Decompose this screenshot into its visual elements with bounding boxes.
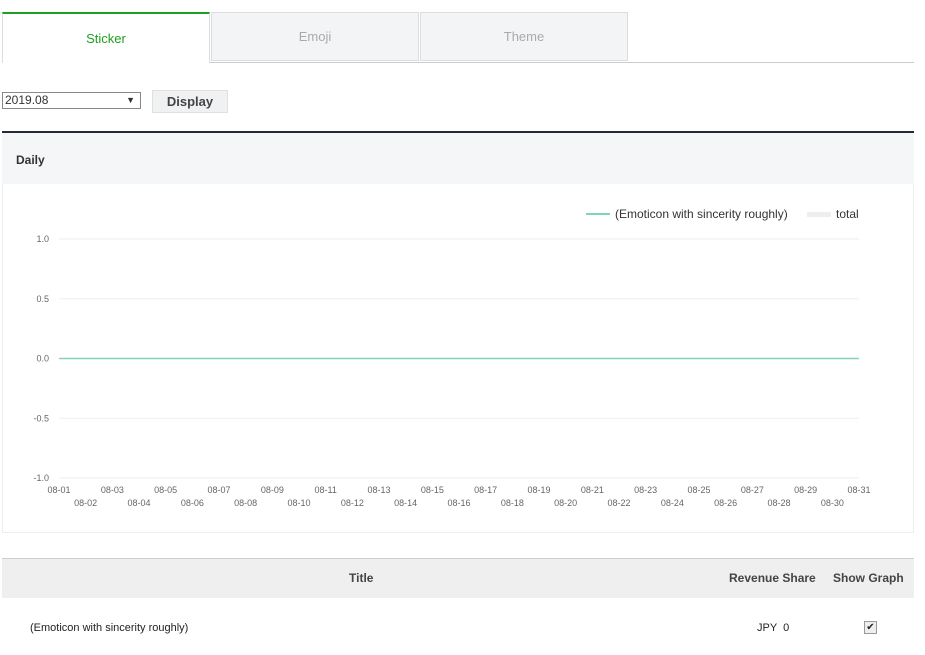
x-tick-label: 08-20 <box>554 498 577 508</box>
x-tick-label: 08-18 <box>501 498 524 508</box>
x-tick-label: 08-25 <box>687 485 710 495</box>
x-tick-label: 08-19 <box>527 485 550 495</box>
tab-sticker[interactable]: Sticker <box>2 12 210 63</box>
x-tick-label: 08-16 <box>447 498 470 508</box>
tab-emoji[interactable]: Emoji <box>211 12 419 61</box>
month-select[interactable]: 2019.08 ▼ <box>2 92 141 109</box>
x-tick-label: 08-27 <box>741 485 764 495</box>
x-tick-label: 08-30 <box>821 498 844 508</box>
col-show-graph: Show Graph <box>833 571 904 585</box>
y-tick-label: 0.5 <box>36 294 49 304</box>
x-tick-label: 08-31 <box>847 485 870 495</box>
x-tick-label: 08-23 <box>634 485 657 495</box>
x-tick-label: 08-07 <box>207 485 230 495</box>
x-tick-label: 08-17 <box>474 485 497 495</box>
col-revenue-share: Revenue Share <box>729 571 816 585</box>
legend-swatch <box>807 212 831 217</box>
x-tick-label: 08-01 <box>47 485 70 495</box>
x-tick-label: 08-22 <box>607 498 630 508</box>
x-tick-label: 08-14 <box>394 498 417 508</box>
x-tick-label: 08-15 <box>421 485 444 495</box>
row-revenue: JPY 0 <box>757 622 790 634</box>
x-tick-label: 08-09 <box>261 485 284 495</box>
x-tick-label: 08-10 <box>287 498 310 508</box>
x-tick-label: 08-11 <box>314 485 336 495</box>
chart-container: 1.0 0.5 0.0 -0.5 -1.0 08-01 08-02 08-03 08-04 08-… <box>2 184 914 533</box>
y-tick-label: -1.0 <box>33 473 49 483</box>
x-tick-label: 08-29 <box>794 485 817 495</box>
table-row: (Emoticon with sincerity roughly) JPY 0 … <box>2 612 914 642</box>
panel-title: Daily <box>2 131 914 184</box>
x-tick-label: 08-26 <box>714 498 737 508</box>
legend-label: total <box>836 207 859 221</box>
x-tick-label: 08-03 <box>101 485 124 495</box>
x-tick-label: 08-05 <box>154 485 177 495</box>
x-tick-label: 08-08 <box>234 498 257 508</box>
display-button[interactable]: Display <box>152 90 228 113</box>
legend-label: (Emoticon with sincerity roughly) <box>615 207 788 221</box>
row-title: (Emoticon with sincerity roughly) <box>30 622 189 634</box>
x-tick-label: 08-24 <box>661 498 684 508</box>
x-tick-label: 08-04 <box>127 498 150 508</box>
month-value: 2019.08 <box>5 93 49 107</box>
y-tick-label: 0.0 <box>36 354 49 364</box>
tab-theme[interactable]: Theme <box>420 12 628 61</box>
x-tick-label: 08-12 <box>341 498 364 508</box>
y-tick-label: -0.5 <box>33 413 49 423</box>
x-tick-label: 08-28 <box>767 498 790 508</box>
table-header: Title Revenue Share Show Graph <box>2 558 914 598</box>
x-tick-label: 08-13 <box>367 485 390 495</box>
x-tick-label: 08-06 <box>181 498 204 508</box>
tab-bar: Sticker Emoji Theme <box>2 12 914 63</box>
y-tick-label: 1.0 <box>36 234 49 244</box>
show-graph-checkbox[interactable]: ✔ <box>864 621 877 634</box>
x-tick-label: 08-21 <box>581 485 604 495</box>
x-tick-label: 08-02 <box>74 498 97 508</box>
daily-chart: 1.0 0.5 0.0 -0.5 -1.0 08-01 08-02 08-0308-04 08-… <box>33 207 870 508</box>
col-title: Title <box>349 571 374 585</box>
dropdown-arrow-icon: ▼ <box>126 95 135 105</box>
